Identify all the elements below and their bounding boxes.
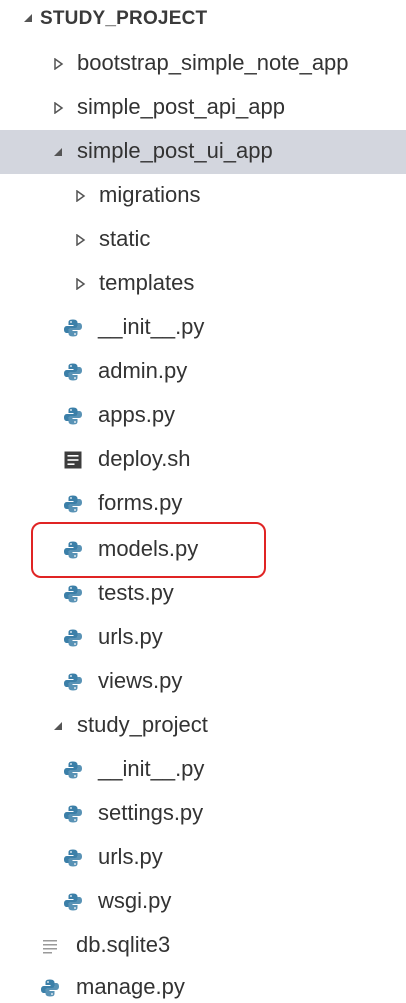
tree-item-bootstrap-simple-note-app[interactable]: bootstrap_simple_note_app xyxy=(0,42,406,86)
chevron-right-icon xyxy=(54,58,64,70)
tree-item-label: simple_post_api_app xyxy=(77,94,285,119)
tree-item-apps-py[interactable]: apps.py xyxy=(0,394,406,438)
section-title: STUDY_PROJECT xyxy=(40,8,208,29)
tree-item-tests-py[interactable]: tests.py xyxy=(0,572,406,616)
tree-item-simple-post-ui-app[interactable]: simple_post_ui_app xyxy=(0,130,406,174)
tree-item-urls-py[interactable]: urls.py xyxy=(0,616,406,660)
python-file-icon xyxy=(64,673,82,691)
chevron-down-icon xyxy=(54,148,62,156)
tree-item-label: wsgi.py xyxy=(98,888,172,913)
python-file-icon xyxy=(64,849,82,867)
tree-item-label: admin.py xyxy=(98,358,188,383)
tree-item-label: simple_post_ui_app xyxy=(77,138,273,163)
tree-item-wsgi-py[interactable]: wsgi.py xyxy=(0,880,406,924)
tree-item-deploy-sh[interactable]: deploy.sh xyxy=(0,438,406,482)
tree-item-label: study_project xyxy=(77,712,208,737)
tree-item-study-urls-py[interactable]: urls.py xyxy=(0,836,406,880)
tree-item-db-sqlite3[interactable]: db.sqlite3 xyxy=(0,924,406,968)
tree-item-manage-py[interactable]: manage.py xyxy=(0,966,406,1003)
tree-item-label: urls.py xyxy=(98,844,163,869)
tree-item-label: bootstrap_simple_note_app xyxy=(77,50,349,75)
tree-item-label: __init__.py xyxy=(98,314,205,339)
python-file-icon xyxy=(64,585,82,603)
python-file-icon xyxy=(64,761,82,779)
chevron-right-icon xyxy=(76,190,86,202)
tree-item-label: tests.py xyxy=(98,580,174,605)
tree-item-init-py[interactable]: __init__.py xyxy=(0,306,406,350)
tree-item-label: static xyxy=(99,226,151,251)
tree-item-study-init-py[interactable]: __init__.py xyxy=(0,748,406,792)
tree-item-label: deploy.sh xyxy=(98,446,191,471)
python-file-icon xyxy=(41,979,59,997)
tree-item-label: urls.py xyxy=(98,624,163,649)
tree-item-label: forms.py xyxy=(98,490,183,515)
tree-item-label: migrations xyxy=(99,182,201,207)
chevron-right-icon xyxy=(54,102,64,114)
explorer-section-header[interactable]: STUDY_PROJECT xyxy=(0,0,406,38)
tree-item-settings-py[interactable]: settings.py xyxy=(0,792,406,836)
tree-item-migrations[interactable]: migrations xyxy=(0,174,406,218)
tree-item-static[interactable]: static xyxy=(0,218,406,262)
tree-item-label: db.sqlite3 xyxy=(76,932,171,957)
tree-item-views-py[interactable]: views.py xyxy=(0,660,406,704)
tree-item-study-project[interactable]: study_project xyxy=(0,704,406,748)
tree-item-admin-py[interactable]: admin.py xyxy=(0,350,406,394)
highlight-annotation-box xyxy=(31,522,266,578)
tree-item-forms-py[interactable]: forms.py xyxy=(0,482,406,526)
chevron-right-icon xyxy=(76,278,86,290)
tree-item-simple-post-api-app[interactable]: simple_post_api_app xyxy=(0,86,406,130)
tree-item-label: settings.py xyxy=(98,800,204,825)
chevron-down-icon xyxy=(24,14,32,22)
python-file-icon xyxy=(64,363,82,381)
python-file-icon xyxy=(64,893,82,911)
tree-item-templates[interactable]: templates xyxy=(0,262,406,306)
tree-item-label: __init__.py xyxy=(98,756,205,781)
python-file-icon xyxy=(64,319,82,337)
python-file-icon xyxy=(64,495,82,513)
tree-item-label: manage.py xyxy=(76,974,185,999)
file-explorer: STUDY_PROJECT bootstrap_simple_note_app … xyxy=(0,0,406,1003)
text-file-icon xyxy=(43,940,57,954)
python-file-icon xyxy=(64,629,82,647)
shell-file-icon xyxy=(64,451,82,469)
tree-item-label: templates xyxy=(99,270,195,295)
chevron-down-icon xyxy=(54,722,62,730)
python-file-icon xyxy=(64,805,82,823)
tree-item-label: views.py xyxy=(98,668,183,693)
python-file-icon xyxy=(64,407,82,425)
tree-item-label: apps.py xyxy=(98,402,176,427)
chevron-right-icon xyxy=(76,234,86,246)
